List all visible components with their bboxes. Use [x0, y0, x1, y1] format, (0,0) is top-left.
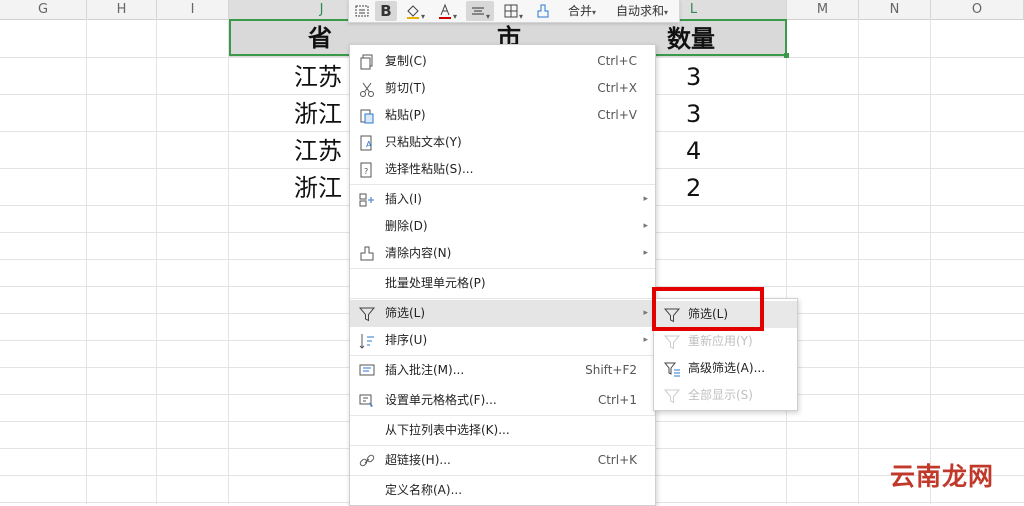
sort-icon	[359, 334, 374, 349]
show-all-icon	[663, 389, 681, 404]
submenu-item-show-all: 全部显示(S)	[654, 382, 797, 409]
header-cell-province[interactable]: 省	[308, 20, 332, 56]
column-header-g[interactable]: G	[0, 0, 87, 19]
cell-quantity[interactable]: 3	[686, 59, 701, 95]
menu-item-delete[interactable]: 删除(D) ▸	[350, 213, 655, 240]
cell-province[interactable]: 浙江	[294, 96, 342, 132]
clear-format-icon[interactable]	[532, 1, 554, 21]
eraser-icon	[360, 246, 374, 261]
cell-province[interactable]: 江苏	[294, 59, 342, 95]
menu-item-pick-from-list[interactable]: 从下拉列表中选择(K)...	[350, 417, 655, 444]
svg-text:?: ?	[364, 167, 368, 176]
column-header-n[interactable]: N	[859, 0, 931, 19]
font-color-icon[interactable]: ▾	[433, 1, 461, 21]
column-header-m[interactable]: M	[787, 0, 859, 19]
column-header-h[interactable]: H	[87, 0, 157, 19]
format-cells-icon	[359, 394, 373, 407]
cell-province[interactable]: 江苏	[294, 133, 342, 169]
copy-icon	[360, 54, 373, 70]
menu-item-format-cells[interactable]: 设置单元格格式(F)... Ctrl+1	[350, 387, 655, 414]
scissors-icon	[360, 82, 374, 97]
paste-text-icon: A	[360, 135, 372, 151]
cell-quantity[interactable]: 3	[686, 96, 701, 132]
cell-province[interactable]: 浙江	[294, 170, 342, 206]
menu-item-paste[interactable]: 粘贴(P) Ctrl+V	[350, 102, 655, 129]
mini-toolbar: B ▾ ▾ ▾ ▾ 合并▾ 自动求和▾	[348, 0, 680, 23]
header-cell-quantity[interactable]: 数量	[667, 21, 715, 57]
filter-icon	[358, 307, 376, 322]
context-menu: 复制(C) Ctrl+C 剪切(T) Ctrl+X 粘贴(P) Ctrl+V A 只粘…	[349, 44, 656, 506]
menu-item-insert[interactable]: 插入(I) ▸	[350, 186, 655, 213]
menu-item-filter[interactable]: 筛选(L) ▸	[350, 300, 655, 327]
column-header-i[interactable]: I	[157, 0, 229, 19]
menu-item-insert-comment[interactable]: 插入批注(M)... Shift+F2	[350, 357, 655, 384]
submenu-item-reapply: 重新应用(Y)	[654, 328, 797, 355]
watermark: 云南龙网	[890, 462, 995, 491]
menu-item-sort[interactable]: 排序(U) ▸	[350, 327, 655, 354]
menu-item-batch-process[interactable]: 批量处理单元格(P)	[350, 270, 655, 297]
format-painter-icon[interactable]	[351, 1, 373, 21]
comment-icon	[359, 364, 375, 376]
paste-special-icon: ?	[360, 162, 372, 178]
fill-color-icon[interactable]: ▾	[401, 1, 429, 21]
link-icon	[359, 454, 375, 467]
align-center-icon[interactable]: ▾	[466, 1, 494, 21]
paste-icon	[360, 109, 374, 124]
cell-quantity[interactable]: 2	[686, 170, 701, 206]
menu-item-copy[interactable]: 复制(C) Ctrl+C	[350, 48, 655, 75]
merge-button[interactable]: 合并▾	[563, 1, 601, 21]
menu-item-paste-special[interactable]: ? 选择性粘贴(S)...	[350, 156, 655, 183]
autosum-button[interactable]: 自动求和▾	[609, 1, 675, 21]
insert-cells-icon	[359, 193, 374, 207]
menu-item-hyperlink[interactable]: 超链接(H)... Ctrl+K	[350, 447, 655, 474]
menu-item-define-name[interactable]: 定义名称(A)...	[350, 477, 655, 504]
borders-icon[interactable]: ▾	[499, 1, 527, 21]
svg-text:A: A	[366, 140, 372, 149]
menu-item-clear-contents[interactable]: 清除内容(N) ▸	[350, 240, 655, 267]
submenu-item-advanced-filter[interactable]: 高级筛选(A)...	[654, 355, 797, 382]
bold-button[interactable]: B	[375, 1, 397, 21]
column-header-o[interactable]: O	[931, 0, 1024, 19]
highlight-annotation-box	[652, 287, 764, 331]
fill-handle[interactable]	[784, 53, 789, 58]
menu-item-cut[interactable]: 剪切(T) Ctrl+X	[350, 75, 655, 102]
menu-item-paste-text[interactable]: A 只粘贴文本(Y)	[350, 129, 655, 156]
advanced-filter-icon	[663, 362, 680, 377]
reapply-filter-icon	[663, 335, 681, 350]
cell-quantity[interactable]: 4	[686, 133, 701, 169]
